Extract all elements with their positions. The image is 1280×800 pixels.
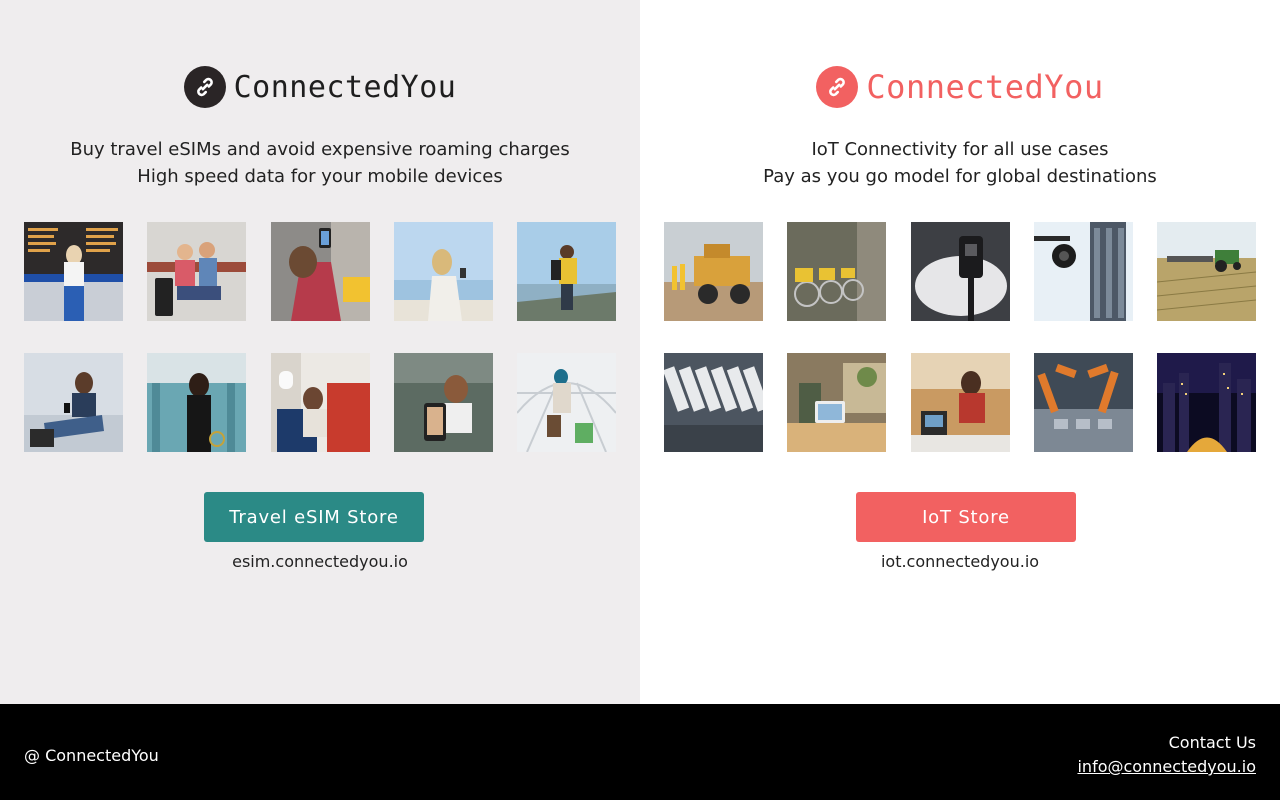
iot-tagline: IoT Connectivity for all use cases Pay a… xyxy=(640,136,1280,190)
travel-esim-store-button[interactable]: Travel eSIM Store xyxy=(204,492,424,542)
photo-tablet-sofa xyxy=(787,353,887,452)
contact-email-link[interactable]: info@connectedyou.io xyxy=(1077,757,1256,776)
iot-brand: ConnectedYou xyxy=(640,66,1280,108)
photo-truck-fleet xyxy=(664,353,763,452)
photo-security-camera xyxy=(1033,222,1133,321)
brand-name: ConnectedYou xyxy=(233,69,457,105)
photo-airport-terminal xyxy=(147,353,247,452)
photo-hiker xyxy=(517,222,616,321)
copyright: @ ConnectedYou xyxy=(24,746,159,765)
tagline-line-2: Pay as you go model for global destinati… xyxy=(763,166,1157,187)
photo-glass-terminal xyxy=(517,353,616,452)
travel-panel: ConnectedYou Buy travel eSIMs and avoid … xyxy=(0,0,640,704)
photo-payment-terminal xyxy=(910,353,1010,452)
iot-photo-grid xyxy=(664,222,1256,484)
tagline-line-1: IoT Connectivity for all use cases xyxy=(811,139,1109,160)
iot-store-url: iot.connectedyou.io xyxy=(880,552,1040,571)
travel-photo-grid xyxy=(24,222,616,484)
photo-mining-truck xyxy=(664,222,763,321)
footer: @ ConnectedYou Contact Us info@connected… xyxy=(0,704,1280,800)
photo-selfie xyxy=(393,353,493,452)
photo-woman-seated xyxy=(24,353,123,452)
link-icon xyxy=(183,66,226,108)
photo-airport-board xyxy=(24,222,123,321)
iot-panel: ConnectedYou IoT Connectivity for all us… xyxy=(640,0,1280,704)
photo-city-night xyxy=(1157,353,1256,452)
brand-name: ConnectedYou xyxy=(866,68,1104,106)
tagline-line-2: High speed data for your mobile devices xyxy=(137,166,503,187)
tagline-line-1: Buy travel eSIMs and avoid expensive roa… xyxy=(70,139,570,160)
photo-woman-sea xyxy=(393,222,493,321)
main-split: ConnectedYou Buy travel eSIMs and avoid … xyxy=(0,0,1280,704)
photo-couple-luggage xyxy=(147,222,247,321)
photo-ev-charger xyxy=(910,222,1010,321)
photo-city-phone xyxy=(270,222,370,321)
photo-ebikes xyxy=(787,222,887,321)
travel-store-url: esim.connectedyou.io xyxy=(232,552,408,571)
contact-block: Contact Us info@connectedyou.io xyxy=(1077,731,1256,779)
photo-tractor-field xyxy=(1157,222,1256,321)
photo-airplane xyxy=(270,353,370,452)
travel-tagline: Buy travel eSIMs and avoid expensive roa… xyxy=(0,136,640,190)
link-icon xyxy=(816,66,859,108)
iot-store-button[interactable]: IoT Store xyxy=(856,492,1076,542)
travel-brand: ConnectedYou xyxy=(0,66,640,108)
contact-label: Contact Us xyxy=(1168,733,1256,752)
photo-robotic-assembly xyxy=(1033,353,1133,452)
